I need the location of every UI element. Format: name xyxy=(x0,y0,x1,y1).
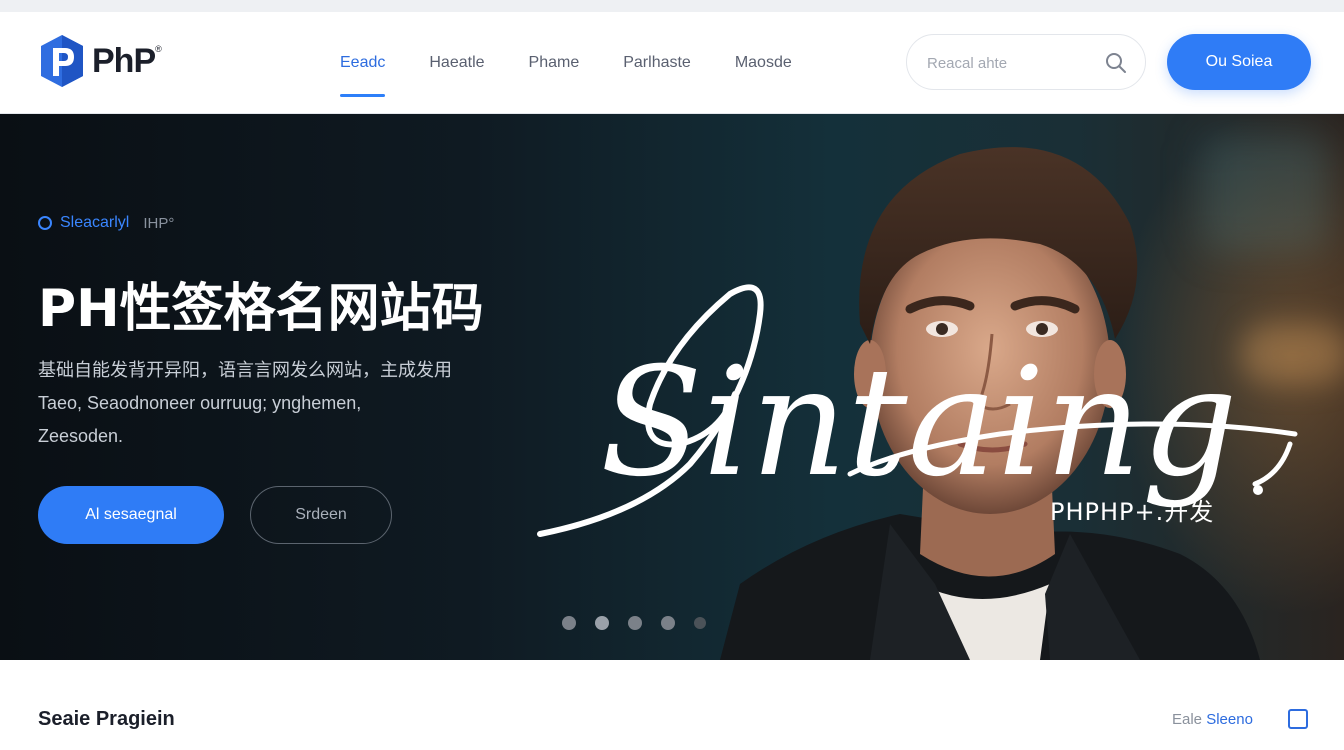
site-header: PhP ® Eeadc Haeatle Phame Parlhaste Maos… xyxy=(0,12,1344,114)
tag-sublabel: IHP° xyxy=(143,214,175,232)
header-cta-button[interactable]: Ou Soiea xyxy=(1167,34,1311,90)
section-link-label: Sleeno xyxy=(1206,711,1253,728)
search-icon[interactable] xyxy=(1105,52,1127,74)
carousel-dot-1[interactable] xyxy=(562,616,576,630)
signature-caption: PHPHP+.开发 xyxy=(1050,498,1215,526)
logo-registered: ® xyxy=(155,44,162,54)
hero-desc-line-2: Taeo, Seaodnoneer ourruug; ynghemen, xyxy=(38,393,362,413)
nav-item-1[interactable]: Eeadc xyxy=(340,12,386,114)
search-box xyxy=(906,34,1146,90)
logo-text: PhP xyxy=(92,41,156,80)
nav-item-5[interactable]: Maosde xyxy=(735,12,792,114)
nav-item-2[interactable]: Haeatle xyxy=(429,12,484,114)
carousel-dot-2[interactable] xyxy=(595,616,609,630)
logo[interactable]: PhP ® xyxy=(38,32,162,90)
signature-text: Sintaing xyxy=(600,336,1238,510)
section-title: Seaie Pragiein xyxy=(38,708,175,730)
search-input[interactable] xyxy=(927,51,1097,75)
hero-description: 基础自能发背开异阳，语言言网发么网站，主成发用 Taeo, Seaodnonee… xyxy=(38,354,518,453)
php-logo-icon xyxy=(41,35,83,87)
square-icon[interactable] xyxy=(1288,709,1308,729)
carousel-indicators xyxy=(562,616,725,630)
hero-title: PH性签格名网站码 xyxy=(38,279,484,339)
carousel-dot-4[interactable] xyxy=(661,616,675,630)
hero-banner: Sleacarlyl IHP° PH性签格名网站码 基础自能发背开异阳，语言言网… xyxy=(0,114,1344,660)
tag-circle-icon xyxy=(38,216,52,230)
hero-desc-line-1: 基础自能发背开异阳，语言言网发么网站，主成发用 xyxy=(38,360,452,380)
top-strip xyxy=(0,0,1344,12)
section-more-link[interactable]: Eale Sleeno xyxy=(1172,711,1253,728)
hero-primary-button[interactable]: Al sesaegnal xyxy=(38,486,224,544)
nav-item-4[interactable]: Parlhaste xyxy=(623,12,691,114)
hero-tag: Sleacarlyl IHP° xyxy=(38,214,174,232)
carousel-dot-3[interactable] xyxy=(628,616,642,630)
carousel-dot-5[interactable] xyxy=(694,617,706,629)
main-nav: Eeadc Haeatle Phame Parlhaste Maosde xyxy=(340,12,836,114)
section-link-prefix: Eale xyxy=(1172,711,1203,728)
tag-label: Sleacarlyl xyxy=(60,214,130,231)
hero-desc-line-3: Zeesoden. xyxy=(38,426,124,446)
nav-item-3[interactable]: Phame xyxy=(529,12,580,114)
hero-secondary-button[interactable]: Srdeen xyxy=(250,486,392,544)
